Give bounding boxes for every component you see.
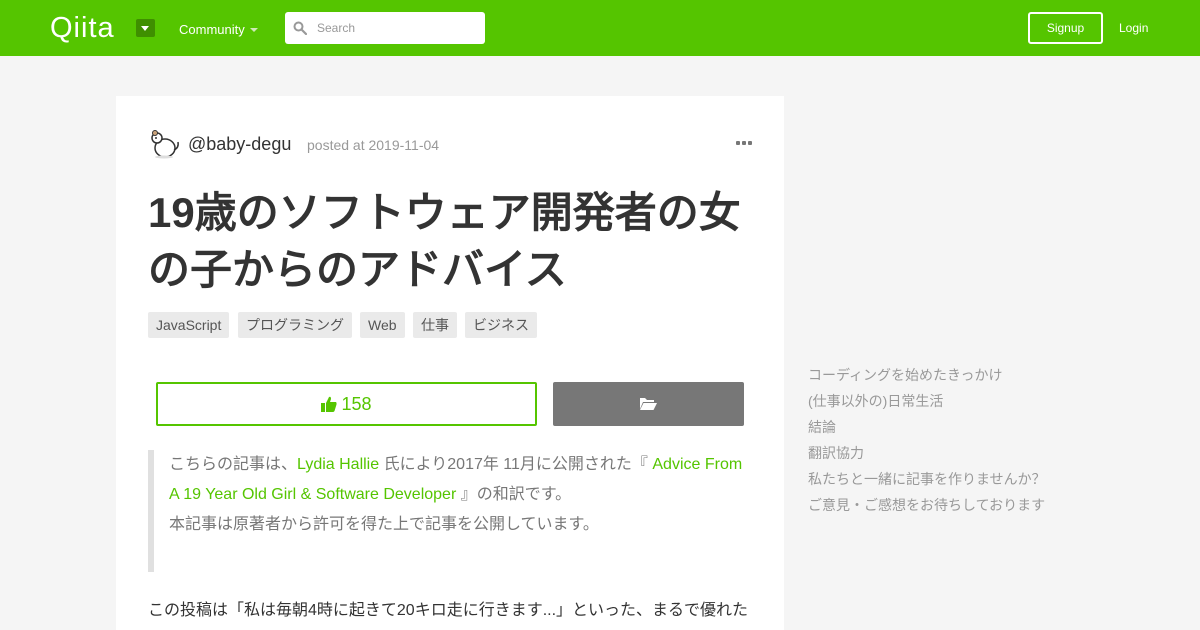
article-title-line2: の子からのアドバイス xyxy=(148,246,567,293)
table-of-contents: コーディングを始めたきっかけ (仕事以外の)日常生活 結論 翻訳協力 私たちと一… xyxy=(808,362,1046,518)
like-button[interactable]: 158 xyxy=(156,382,537,426)
global-header: Qiita Community Signup Login xyxy=(0,0,1200,56)
search-box[interactable] xyxy=(285,12,485,44)
translation-notice-text: こちらの記事は、Lydia Hallie 氏により2017年 11月に公開された… xyxy=(169,450,749,540)
quote-permission-line: 本記事は原著者から許可を得た上で記事を公開しています。 xyxy=(169,516,599,533)
article-body-first-line: この投稿は「私は毎朝4時に起きて20キロ走に行きます...」といった、まるで優れ… xyxy=(148,602,749,619)
more-options-icon[interactable] xyxy=(736,140,752,146)
signup-button[interactable]: Signup xyxy=(1028,12,1103,44)
quote-pre: こちらの記事は、 xyxy=(169,456,298,473)
community-caret-icon xyxy=(250,28,258,32)
folder-open-icon xyxy=(640,398,657,410)
stock-button[interactable] xyxy=(553,382,744,426)
translation-notice: こちらの記事は、Lydia Hallie 氏により2017年 11月に公開された… xyxy=(148,450,748,572)
like-count: 158 xyxy=(341,394,372,414)
toc-item[interactable]: ご意見・ご感想をお待ちしております xyxy=(808,492,1046,518)
toc-item[interactable]: コーディングを始めたきっかけ xyxy=(808,362,1046,388)
article-card: @baby-degu posted at 2019-11-04 19歳のソフトウ… xyxy=(116,96,784,630)
login-link[interactable]: Login xyxy=(1119,20,1148,36)
tag-work[interactable]: 仕事 xyxy=(413,312,457,338)
toc-item[interactable]: 結論 xyxy=(808,414,1046,440)
author-username[interactable]: @baby-degu xyxy=(188,133,291,155)
tag-web[interactable]: Web xyxy=(360,312,405,338)
community-menu[interactable]: Community xyxy=(179,22,245,38)
chevron-down-icon xyxy=(141,26,149,31)
author-link[interactable]: Lydia Hallie xyxy=(297,456,379,473)
toc-item[interactable]: (仕事以外の)日常生活 xyxy=(808,388,1046,414)
service-menu-button[interactable] xyxy=(136,19,155,37)
thumbs-up-icon xyxy=(321,396,338,412)
article-title-line1: 19歳のソフトウェア開発者の女 xyxy=(148,189,741,236)
quote-mid: 氏により2017年 11月に公開された『 xyxy=(379,456,653,473)
search-input[interactable] xyxy=(317,12,477,44)
like-button-content: 158 xyxy=(158,384,535,424)
tag-programming[interactable]: プログラミング xyxy=(238,312,352,338)
quote-post: 』の和訳です。 xyxy=(456,486,572,503)
article-title: 19歳のソフトウェア開発者の女 の子からのアドバイス xyxy=(148,184,748,298)
qiita-logo[interactable]: Qiita xyxy=(50,10,115,46)
tag-business[interactable]: ビジネス xyxy=(465,312,537,338)
posted-date: posted at 2019-11-04 xyxy=(307,137,440,153)
tag-javascript[interactable]: JavaScript xyxy=(148,312,230,338)
toc-item[interactable]: 私たちと一緒に記事を作りませんか？ xyxy=(808,466,1046,492)
search-icon xyxy=(293,21,307,35)
toc-item[interactable]: 翻訳協力 xyxy=(808,440,1046,466)
author-avatar[interactable] xyxy=(148,128,180,160)
